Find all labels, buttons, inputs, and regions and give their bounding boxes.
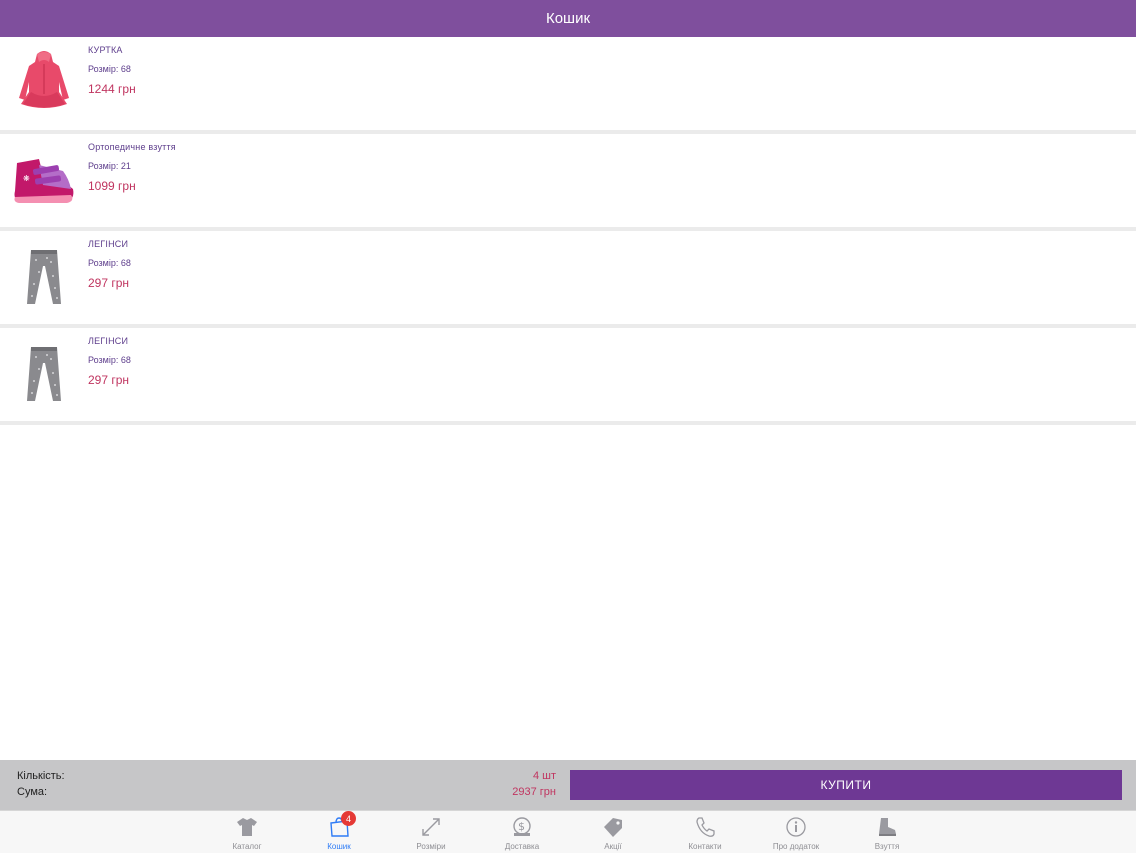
dollar-truck-icon: $: [509, 814, 535, 840]
product-image-shoe: ❋: [8, 144, 80, 216]
cart-item[interactable]: ❋ Ортопедичне взуття Розмір: 21 1099 грн: [0, 134, 1136, 231]
nav-bar: Кошик: [0, 0, 1136, 37]
product-size: Розмір: 68: [88, 258, 131, 268]
sum-value: 2937 грн: [512, 786, 556, 798]
shopping-bag-icon: 4: [326, 811, 356, 840]
resize-arrows-icon: [418, 814, 444, 840]
boot-icon: [874, 814, 900, 840]
product-name: ЛЕГІНСИ: [88, 239, 129, 249]
tab-delivery[interactable]: $ Доставка: [482, 811, 562, 853]
product-price: 297 грн: [88, 373, 130, 387]
svg-text:$: $: [518, 820, 525, 833]
product-price: 1244 грн: [88, 82, 136, 96]
tab-label: Взуття: [874, 842, 900, 851]
product-price: 297 грн: [88, 276, 130, 290]
tab-label: Контакти: [688, 842, 722, 851]
tab-promotions[interactable]: Акції: [573, 811, 653, 853]
tab-label: Кошик: [327, 842, 351, 851]
page-title: Кошик: [545, 10, 591, 27]
cart-count-badge: 4: [341, 811, 356, 826]
buy-button[interactable]: КУПИТИ: [570, 770, 1122, 800]
tab-label: Розміри: [416, 842, 446, 851]
quantity-label: Кількість:: [17, 770, 65, 782]
product-name: Ортопедичне взуття: [88, 142, 176, 152]
tab-cart[interactable]: 4 Кошик: [299, 811, 379, 853]
tab-sizes[interactable]: Розміри: [391, 811, 471, 853]
cart-item[interactable]: КУРТКА Розмір: 68 1244 грн: [0, 37, 1136, 134]
quantity-value: 4 шт: [532, 770, 556, 782]
product-image-leggings: [8, 241, 80, 313]
tab-label: Про додаток: [772, 842, 820, 851]
tab-label: Доставка: [504, 842, 540, 851]
svg-text:❋: ❋: [23, 174, 30, 183]
product-name: КУРТКА: [88, 45, 123, 55]
tag-icon: [600, 814, 626, 840]
cart-list: КУРТКА Розмір: 68 1244 грн ❋ Ортопедичне…: [0, 37, 1136, 425]
tab-catalog[interactable]: Каталог: [207, 811, 287, 853]
product-image-jacket: [8, 47, 80, 119]
product-size: Розмір: 21: [88, 161, 131, 171]
product-image-leggings: [8, 338, 80, 410]
tab-contacts[interactable]: Контакти: [665, 811, 745, 853]
cart-item[interactable]: ЛЕГІНСИ Розмір: 68 297 грн: [0, 231, 1136, 328]
shirt-icon: [234, 814, 260, 840]
tab-label: Акції: [604, 842, 622, 851]
tab-shoes[interactable]: Взуття: [847, 811, 927, 853]
cart-item[interactable]: ЛЕГІНСИ Розмір: 68 297 грн: [0, 328, 1136, 425]
info-icon: [783, 814, 809, 840]
product-price: 1099 грн: [88, 179, 136, 193]
phone-icon: [692, 814, 718, 840]
product-size: Розмір: 68: [88, 355, 131, 365]
tab-bar: Каталог 4 Кошик Розміри $ Доставка Акції…: [0, 810, 1136, 853]
tab-label: Каталог: [232, 842, 262, 851]
tab-about[interactable]: Про додаток: [756, 811, 836, 853]
cart-summary: Кількість: Сума: 4 шт 2937 грн КУПИТИ: [0, 760, 1136, 810]
product-name: ЛЕГІНСИ: [88, 336, 129, 346]
sum-label: Сума:: [17, 786, 48, 798]
product-size: Розмір: 68: [88, 64, 131, 74]
